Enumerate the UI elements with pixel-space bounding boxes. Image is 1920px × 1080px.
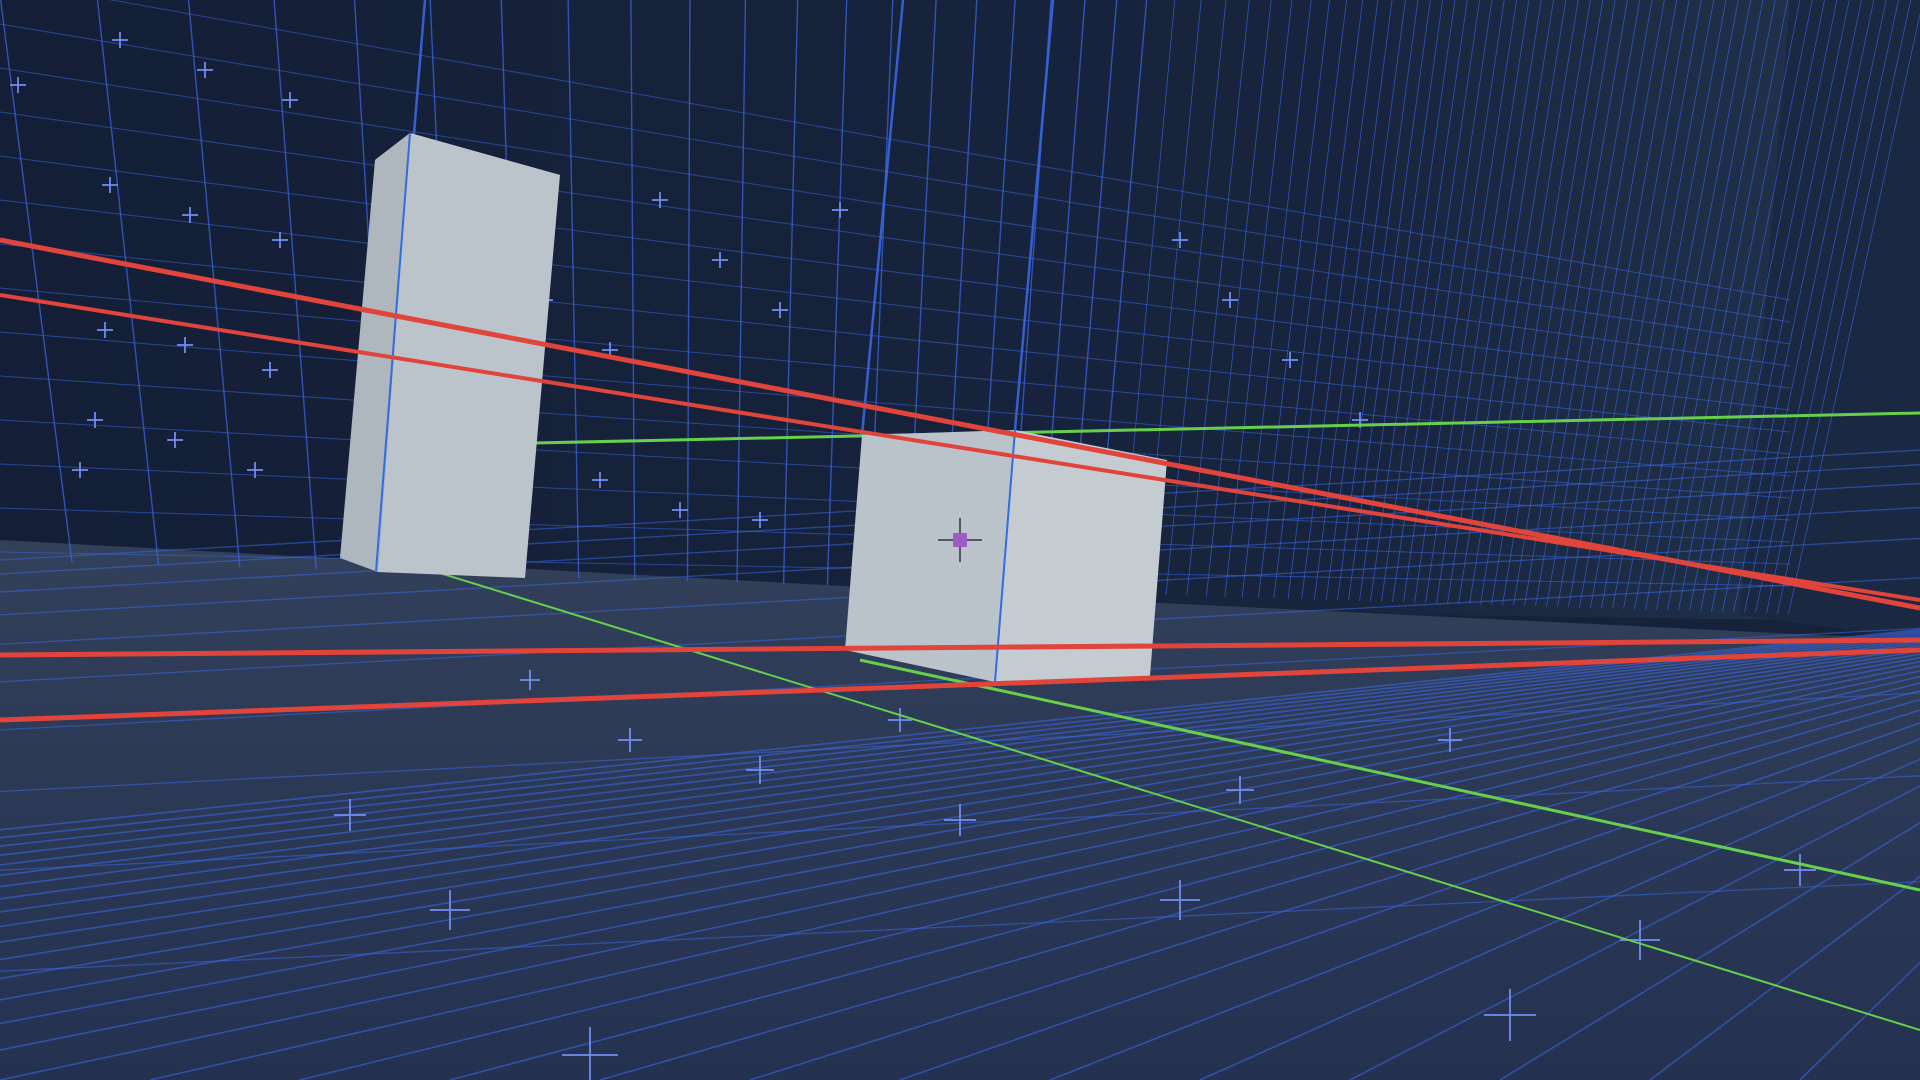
block-cube-left-face — [845, 430, 1015, 682]
crosshair-dot — [953, 533, 967, 547]
game-viewport[interactable] — [0, 0, 1920, 1080]
